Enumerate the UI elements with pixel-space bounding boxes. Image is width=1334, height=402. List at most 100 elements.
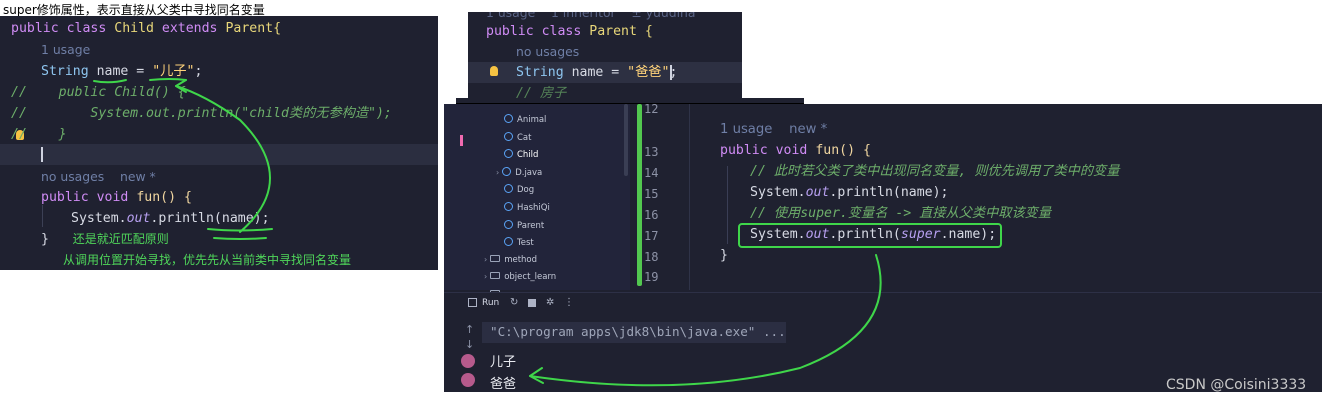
chevron-right-icon[interactable]: › (484, 272, 487, 281)
class-declaration-line[interactable]: public class Child extends Parent{ (11, 18, 281, 39)
settings-icon[interactable]: ✲ (546, 297, 554, 308)
close-brace: } (720, 248, 728, 263)
comment-line-2[interactable]: // System.out.println("child类的无参构造"); (11, 103, 392, 124)
tree-item[interactable]: › object_learn (484, 272, 556, 282)
semicolon: ; (194, 64, 203, 79)
child-code-panel: public class Child extends Parent{ 1 usa… (0, 16, 438, 270)
wrap-icon[interactable] (461, 354, 475, 368)
method-declaration-line[interactable]: public void fun() { (720, 140, 871, 161)
line-number: 13 (644, 145, 659, 159)
system-class: System. (71, 211, 127, 226)
console-output-line: 儿子 (490, 355, 517, 370)
tree-item-label: object_learn (504, 272, 557, 283)
tree-item-label: Dog (517, 185, 535, 196)
indent-guide (727, 166, 728, 244)
println-arg: name (221, 211, 254, 226)
keyword-void: void (775, 143, 808, 158)
comment-line-3[interactable]: // } (11, 124, 67, 145)
tree-item[interactable]: › D.java (496, 166, 542, 178)
tree-item[interactable]: Child (504, 149, 538, 160)
line-number: 12 (644, 104, 659, 116)
parent-class-declaration[interactable]: public class Parent { (486, 21, 653, 42)
type-string: String (41, 64, 89, 79)
current-line-highlight (0, 144, 438, 165)
println-call: .println(name); (829, 185, 949, 200)
class-icon (504, 114, 513, 123)
call-end: ); (253, 211, 270, 226)
field-name: name = (563, 65, 628, 80)
project-tree: Animal Cat Child › D.java Dog HashiQi Parent Tes… (444, 104, 630, 300)
arrow-down-icon[interactable]: ↓ (465, 338, 474, 351)
tree-item-label: Parent (517, 220, 545, 231)
println-call: .println( (829, 227, 901, 242)
comment-line-1[interactable]: // public Child() { (11, 82, 186, 103)
usage-hint[interactable]: no usages (516, 41, 579, 62)
parent-code-panel: 1 usage 1 inheritor ± yuudina public cla… (468, 12, 742, 102)
comment-line-1[interactable]: // 此时若父类了类中出现同名变量, 则优先调用了类中的变量 (750, 161, 1119, 182)
run-command: "C:\program apps\jdk8\bin\java.exe" ... (490, 324, 786, 339)
comment-line-2[interactable]: // 使用super.变量名 -> 直接从父类中取该变量 (750, 203, 1051, 224)
class-icon (502, 166, 512, 176)
class-icon (504, 149, 513, 159)
field-declaration-line[interactable]: String name = "儿子"; (41, 61, 202, 82)
tree-item[interactable]: Test (504, 237, 534, 248)
out-field: out (805, 185, 830, 200)
tree-item[interactable]: HashiQi (504, 202, 550, 213)
method-close-line[interactable]: } (720, 245, 728, 266)
semicolon: ; (669, 65, 678, 80)
string-literal: "爸爸" (627, 65, 670, 80)
annotation-note-1: 还是就近匹配原则 (72, 232, 169, 246)
tree-item[interactable]: Animal (504, 114, 546, 125)
keyword-class: class (541, 24, 582, 39)
println-line-1[interactable]: System.out.println(name); (750, 182, 949, 203)
run-window-icon[interactable] (468, 298, 477, 307)
folder-icon (490, 254, 501, 262)
tree-scrollbar[interactable] (624, 104, 628, 176)
parent-field-line[interactable]: String name = "爸爸"; (516, 62, 677, 83)
keyword-public: public (486, 24, 534, 39)
usage-hint-2[interactable]: no usages new * (41, 166, 156, 187)
system-class: System. (750, 185, 806, 200)
scroll-end-icon[interactable] (461, 373, 475, 387)
out-field: out (805, 227, 830, 242)
line-number: 19 (644, 270, 659, 284)
method-declaration-line[interactable]: public void fun() { (41, 187, 192, 208)
println-line[interactable]: System.out.println(name); (71, 208, 270, 229)
arrow-up-icon[interactable]: ↑ (465, 323, 474, 336)
tree-item[interactable]: Cat (504, 131, 532, 143)
stop-icon[interactable] (528, 299, 536, 307)
line-number: 18 (644, 250, 659, 264)
gutter-divider (689, 104, 690, 290)
tree-item[interactable]: Parent (504, 219, 545, 231)
run-tab-label[interactable]: Run (482, 298, 499, 308)
usage-hint[interactable]: 1 usage new * (720, 119, 827, 140)
more-icon[interactable]: ⋮ (564, 297, 574, 308)
operator: = (128, 64, 153, 79)
class-icon (504, 184, 513, 194)
bulb-icon[interactable] (490, 66, 498, 76)
out-field: out (126, 211, 151, 226)
tree-item-label: Cat (517, 132, 532, 143)
chevron-right-icon[interactable]: › (496, 168, 499, 177)
line-number: 16 (644, 208, 659, 222)
change-marker-bar[interactable] (637, 104, 642, 286)
watermark: CSDN @Coisini3333 (1166, 377, 1307, 393)
tree-item[interactable]: › method (484, 254, 537, 265)
tree-item-label: Test (517, 238, 534, 249)
keyword-public: public (11, 21, 59, 36)
usage-hint[interactable]: 1 usage (41, 39, 90, 60)
tree-item[interactable]: Dog (504, 184, 534, 195)
method-close-line[interactable]: } 还是就近匹配原则 (41, 229, 169, 250)
type-string: String (516, 65, 564, 80)
chevron-right-icon[interactable]: › (484, 255, 487, 264)
class-name: Child (114, 21, 154, 36)
annotation-note-2: 从调用位置开始寻找，优先先从当前类中寻找同名变量 (63, 253, 352, 267)
class-icon (504, 131, 513, 141)
rerun-icon[interactable]: ↻ (510, 297, 518, 308)
system-class: System. (750, 227, 806, 242)
keyword-public: public (720, 143, 768, 158)
line-number: 14 (644, 166, 659, 180)
keyword-void: void (96, 190, 129, 205)
println-line-2[interactable]: System.out.println(super.name); (750, 224, 996, 245)
keyword-extends: extends (161, 21, 218, 36)
